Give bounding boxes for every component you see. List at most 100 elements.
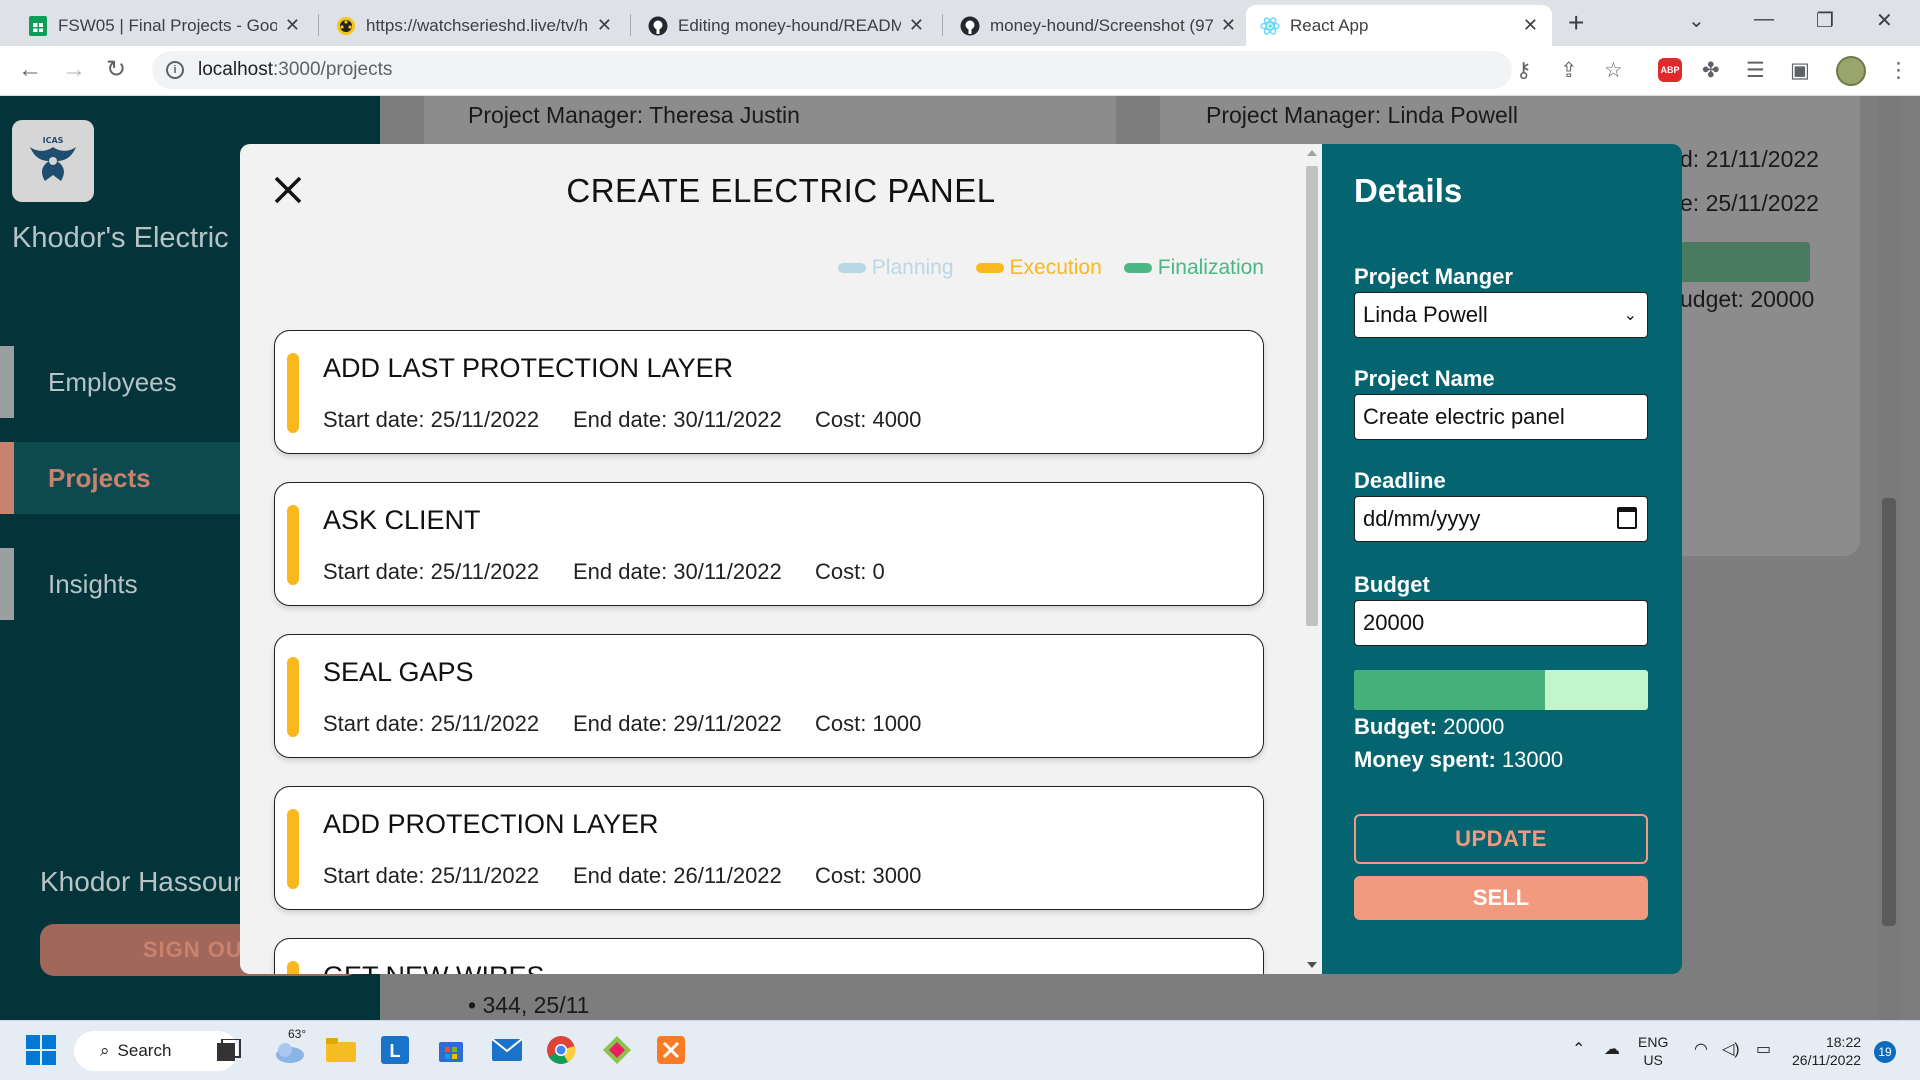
clock-time: 18:22 — [1825, 1034, 1862, 1050]
scrollbar-thumb[interactable] — [1882, 498, 1896, 926]
bookmark-star-icon[interactable]: ☆ — [1604, 59, 1623, 83]
site-info-icon[interactable]: i — [166, 61, 184, 79]
forward-icon[interactable]: → — [62, 58, 86, 82]
deadline-input[interactable]: dd/mm/yyyy — [1354, 496, 1648, 542]
wifi-icon[interactable]: ◠ — [1694, 1041, 1708, 1059]
browser-tab-sheets[interactable]: FSW05 | Final Projects - Goog ✕ — [14, 5, 314, 46]
tab-title: money-hound/Screenshot (97 — [990, 15, 1213, 35]
sidebar-item-label: Projects — [48, 462, 151, 493]
tasks-scrollbar[interactable] — [1302, 144, 1322, 974]
task-name: ASK CLIENT — [323, 505, 481, 535]
windows-taskbar: ⌕ Search 63° L ⌃ ☁ ENG US ◠ ◁) ▭ 18:22 2… — [0, 1020, 1920, 1080]
adblock-plus-icon[interactable]: ABP — [1658, 58, 1682, 82]
clock[interactable]: 18:22 26/11/2022 — [1792, 1033, 1861, 1069]
tab-separator — [942, 14, 943, 36]
browser-tab-github-screenshot[interactable]: money-hound/Screenshot (97 ✕ — [946, 5, 1250, 46]
share-icon[interactable]: ⇪ — [1560, 59, 1578, 83]
media-queue-icon[interactable]: ☰ — [1746, 59, 1765, 83]
windows-start-icon[interactable] — [24, 1033, 58, 1067]
restore-icon[interactable]: ❐ — [1816, 8, 1834, 33]
user-name: Khodor Hassoun — [40, 866, 249, 897]
close-tab-icon[interactable]: ✕ — [1221, 15, 1236, 36]
tray-chevron-up-icon[interactable]: ⌃ — [1572, 1041, 1585, 1059]
xampp-icon[interactable] — [654, 1033, 688, 1067]
new-tab-icon[interactable]: + — [1568, 9, 1584, 37]
budget-input[interactable]: 20000 — [1354, 600, 1648, 646]
close-tab-icon[interactable]: ✕ — [597, 15, 612, 36]
search-label: Search — [117, 1041, 172, 1060]
task-card[interactable]: ADD LAST PROTECTION LAYER Start date: 25… — [274, 330, 1264, 454]
address-bar[interactable]: i localhost:3000/projects — [152, 51, 1512, 89]
calendar-icon[interactable] — [1617, 507, 1637, 529]
legend-label: Execution — [1009, 256, 1102, 279]
chrome-icon[interactable] — [544, 1033, 578, 1067]
close-tab-icon[interactable]: ✕ — [909, 15, 924, 36]
task-phase-indicator — [287, 353, 299, 433]
task-card[interactable]: GET NEW WIRES — [274, 938, 1264, 974]
legend-item-execution: Execution — [975, 256, 1102, 280]
task-card[interactable]: SEAL GAPS Start date: 25/11/2022 End dat… — [274, 634, 1264, 758]
task-cost: Cost: 1000 — [815, 711, 922, 736]
scrollbar-thumb[interactable] — [1306, 166, 1318, 626]
key-icon[interactable]: ⚷ — [1516, 59, 1531, 83]
film-reel-icon — [336, 16, 356, 36]
side-panel-icon[interactable]: ▣ — [1790, 59, 1810, 83]
notification-badge[interactable]: 19 — [1874, 1041, 1896, 1063]
app-l-icon[interactable]: L — [378, 1033, 412, 1067]
chrome-menu-icon[interactable]: ⋮ — [1888, 59, 1909, 83]
sell-button[interactable]: SELL — [1354, 876, 1648, 920]
page-scrollbar[interactable] — [1878, 96, 1900, 1020]
weather-icon[interactable]: 63° — [272, 1027, 306, 1067]
git-kraken-icon[interactable] — [600, 1033, 634, 1067]
language-indicator[interactable]: ENG US — [1638, 1033, 1668, 1069]
budget-summary-value: 20000 — [1443, 714, 1505, 739]
battery-icon[interactable]: ▭ — [1756, 1041, 1771, 1059]
file-explorer-icon[interactable] — [324, 1033, 358, 1067]
tab-title: FSW05 | Final Projects - Goog — [58, 15, 277, 35]
budget-usage-fill — [1354, 670, 1546, 710]
modal-title: CREATE ELECTRIC PANEL — [566, 172, 996, 209]
chevron-down-icon: ⌄ — [1623, 307, 1637, 324]
task-start-date: Start date: 25/11/2022 — [323, 711, 540, 736]
task-card[interactable]: ADD PROTECTION LAYER Start date: 25/11/2… — [274, 786, 1264, 910]
scroll-down-arrow-icon[interactable] — [1307, 962, 1317, 968]
svg-text:L: L — [390, 1041, 401, 1061]
update-button[interactable]: UPDATE — [1354, 814, 1648, 864]
tab-search-chevron-icon[interactable]: ⌄ — [1688, 8, 1705, 33]
task-end-date: End date: 26/11/2022 — [573, 863, 782, 888]
tab-title: React App — [1290, 15, 1369, 35]
sidebar-item-indicator — [0, 442, 14, 514]
project-manager-select[interactable]: Linda Powell ⌄ — [1354, 292, 1648, 338]
task-view-icon[interactable] — [212, 1033, 246, 1067]
budget-value: 20000 — [1363, 610, 1425, 635]
reload-icon[interactable]: ↻ — [106, 58, 126, 82]
minimize-icon[interactable]: — — [1754, 8, 1774, 31]
browser-tab-watchseries[interactable]: https://watchserieshd.live/tv/h ✕ — [322, 5, 626, 46]
task-phase-indicator — [287, 961, 299, 974]
task-phase-indicator — [287, 657, 299, 737]
browser-tab-github-readme[interactable]: Editing money-hound/READM ✕ — [634, 5, 938, 46]
browser-tab-react-app[interactable]: React App ✕ — [1246, 5, 1552, 46]
volume-icon[interactable]: ◁) — [1722, 1041, 1740, 1059]
window-close-icon[interactable]: ✕ — [1876, 8, 1893, 33]
close-tab-icon[interactable]: ✕ — [285, 15, 300, 36]
profile-avatar[interactable] — [1836, 56, 1866, 86]
tab-separator — [318, 14, 319, 36]
microsoft-store-icon[interactable] — [434, 1033, 468, 1067]
project-name-input[interactable]: Create electric panel — [1354, 394, 1648, 440]
back-icon[interactable]: ← — [18, 58, 42, 82]
project-budget: udget: 20000 — [1680, 286, 1815, 312]
scroll-up-arrow-icon[interactable] — [1307, 150, 1317, 156]
onedrive-cloud-icon[interactable]: ☁ — [1604, 1041, 1620, 1059]
task-card[interactable]: ASK CLIENT Start date: 25/11/2022 End da… — [274, 482, 1264, 606]
extensions-puzzle-icon[interactable]: ✤ — [1702, 59, 1720, 83]
task-name: GET NEW WIRES — [323, 961, 545, 974]
sidebar-item-label: Employees — [48, 366, 177, 397]
task-name: ADD PROTECTION LAYER — [323, 809, 659, 839]
react-icon — [1260, 16, 1280, 36]
close-tab-icon[interactable]: ✕ — [1523, 15, 1538, 36]
mail-icon[interactable] — [490, 1033, 524, 1067]
task-start-date: Start date: 25/11/2022 — [323, 559, 540, 584]
browser-tab-strip: FSW05 | Final Projects - Goog ✕ https://… — [0, 0, 1920, 46]
phase-legend: Planning Execution Finalization — [837, 256, 1264, 280]
